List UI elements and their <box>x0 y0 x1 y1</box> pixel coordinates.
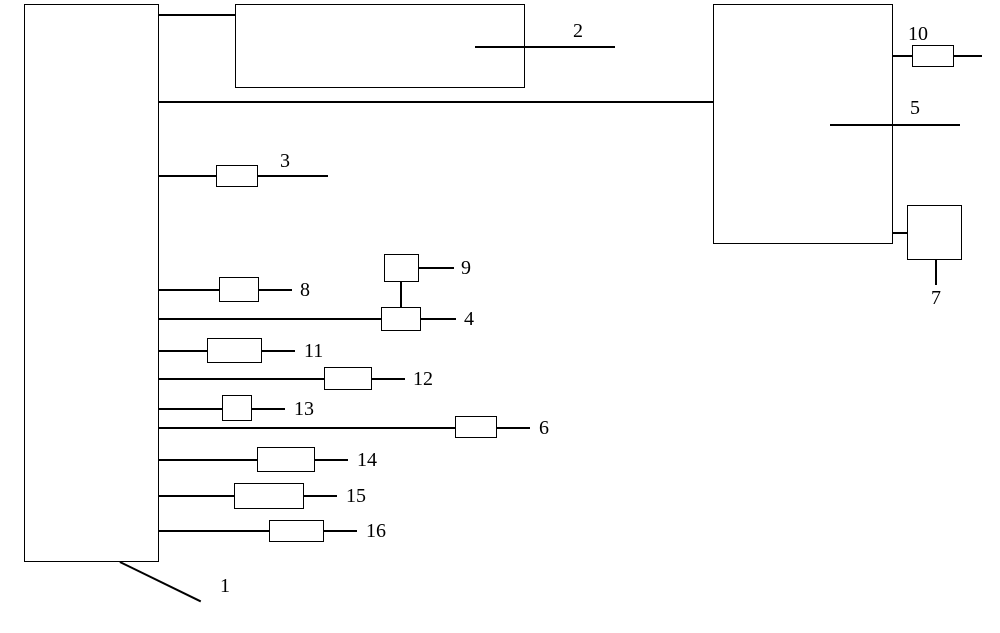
leader-line-8 <box>259 289 292 291</box>
block-13 <box>222 395 252 421</box>
block-6 <box>455 416 497 438</box>
label-14: 14 <box>357 449 377 472</box>
label-10: 10 <box>908 23 928 46</box>
connector-1-5 <box>159 101 713 103</box>
label-13: 13 <box>294 398 314 421</box>
connector-1-12 <box>159 378 324 380</box>
leader-line-5 <box>830 124 960 126</box>
block-8 <box>219 277 259 302</box>
label-5: 5 <box>910 97 920 120</box>
block-14 <box>257 447 315 472</box>
label-7: 7 <box>931 287 941 310</box>
block-3 <box>216 165 258 187</box>
label-3: 3 <box>280 150 290 173</box>
block-9 <box>384 254 419 282</box>
block-4 <box>381 307 421 331</box>
leader-line-7 <box>935 260 937 285</box>
connector-1-16 <box>159 530 269 532</box>
connector-1-4 <box>159 318 381 320</box>
leader-line-3 <box>258 175 328 177</box>
connector-1-11 <box>159 350 207 352</box>
label-15: 15 <box>346 485 366 508</box>
block-10 <box>912 45 954 67</box>
leader-line-6 <box>497 427 530 429</box>
leader-line-13 <box>252 408 285 410</box>
label-2: 2 <box>573 20 583 43</box>
block-12 <box>324 367 372 390</box>
label-4: 4 <box>464 308 474 331</box>
block-1 <box>24 4 159 562</box>
label-9: 9 <box>461 257 471 280</box>
connector-1-8 <box>159 289 219 291</box>
connector-1-6 <box>159 427 455 429</box>
block-15 <box>234 483 304 509</box>
leader-line-10 <box>954 55 982 57</box>
connector-1-3 <box>159 175 216 177</box>
leader-line-4 <box>421 318 456 320</box>
label-11: 11 <box>304 340 323 363</box>
connector-5-7 <box>893 232 907 234</box>
block-7 <box>907 205 962 260</box>
label-12: 12 <box>413 368 433 391</box>
connector-9-4 <box>400 282 402 307</box>
label-1: 1 <box>220 575 230 598</box>
leader-line-11 <box>262 350 295 352</box>
label-8: 8 <box>300 279 310 302</box>
leader-line-2 <box>475 46 615 48</box>
leader-line-9 <box>419 267 454 269</box>
block-16 <box>269 520 324 542</box>
connector-1-14 <box>159 459 257 461</box>
connector-1-15 <box>159 495 234 497</box>
connector-1-2-top <box>159 14 235 16</box>
connector-5-10 <box>893 55 912 57</box>
leader-line-1 <box>120 561 202 602</box>
leader-line-14 <box>315 459 348 461</box>
connector-1-13 <box>159 408 222 410</box>
leader-line-12 <box>372 378 405 380</box>
leader-line-16 <box>324 530 357 532</box>
label-6: 6 <box>539 417 549 440</box>
label-16: 16 <box>366 520 386 543</box>
block-11 <box>207 338 262 363</box>
leader-line-15 <box>304 495 337 497</box>
